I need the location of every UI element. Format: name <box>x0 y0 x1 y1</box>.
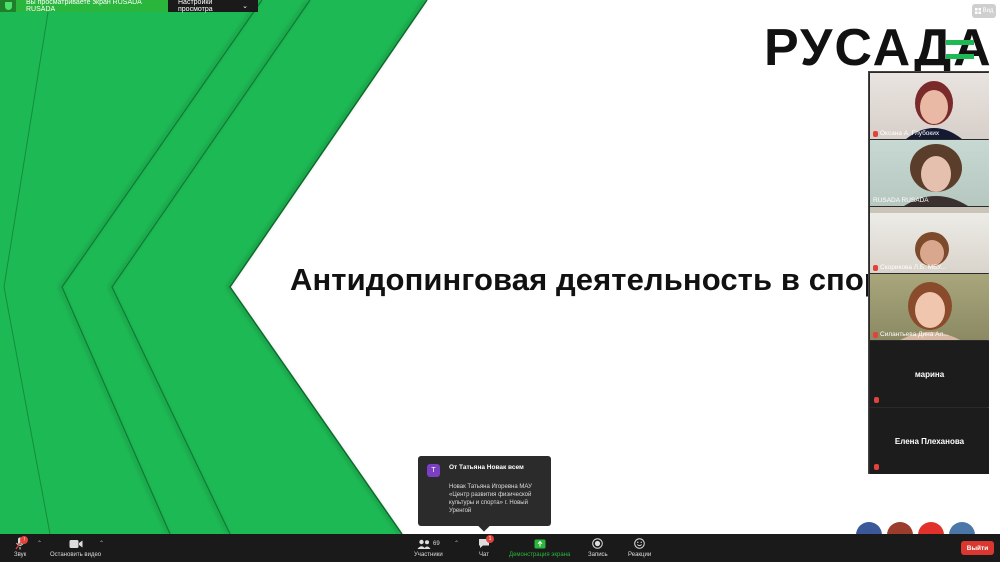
participant-name: RUSADA RUSADA <box>873 197 929 204</box>
video-camera-icon <box>69 539 83 548</box>
muted-mic-icon <box>874 397 879 403</box>
chat-button[interactable]: 1 Чат <box>478 535 494 558</box>
shield-icon <box>0 0 16 12</box>
participant-name: марина <box>914 370 945 379</box>
sender-avatar: Т <box>427 464 440 477</box>
rusada-logo: РУСАДА <box>764 22 993 74</box>
participant-tile[interactable]: марина <box>870 341 989 407</box>
meeting-toolbar: ! Звук ⌃ Остановить видео ⌃ 69 Участники… <box>0 534 1000 562</box>
participants-video-panel: Оксана А. Глубоких RUSADA RUSADA Скорико… <box>868 71 989 474</box>
chevron-down-icon: ⌄ <box>242 3 248 10</box>
participants-count: 69 <box>432 540 440 547</box>
grid-icon <box>974 8 981 14</box>
screen-share-banner: Вы просматриваете экран RUSADA RUSADA На… <box>0 0 258 13</box>
share-screen-icon <box>534 539 546 548</box>
stop-video-button[interactable]: Остановить видео <box>50 537 101 558</box>
video-options-chevron-icon[interactable]: ⌃ <box>99 540 104 547</box>
participants-icon <box>417 539 431 549</box>
participant-tile[interactable]: Скорикова Л.Б. МБУ... <box>870 207 989 273</box>
participant-tile[interactable]: Оксана А. Глубоких <box>870 73 989 139</box>
chat-message: Новак Татьяна Игоревна МАУ «Центр развит… <box>449 484 532 514</box>
shared-slide: РУСАДА Антидопинговая деятельность в спо… <box>0 0 1000 534</box>
share-screen-button[interactable]: Демонстрация экрана <box>509 537 570 558</box>
record-button[interactable]: Запись <box>588 537 608 558</box>
participants-label: Участники <box>414 552 443 558</box>
participant-tile[interactable]: Елена Плеханова <box>870 408 989 474</box>
logo-green-bar <box>946 40 974 45</box>
audio-options-chevron-icon[interactable]: ⌃ <box>37 540 42 547</box>
audio-label: Звук <box>14 552 27 558</box>
participant-tile[interactable]: RUSADA RUSADA <box>870 140 989 206</box>
participants-button[interactable]: 69 Участники <box>414 537 443 558</box>
share-banner-message: Вы просматриваете экран RUSADA RUSADA <box>16 0 168 13</box>
chat-notification[interactable]: Т От Татьяна Новак всем Новак Татьяна Иг… <box>418 456 551 532</box>
audio-badge: ! <box>20 536 29 544</box>
share-screen-label: Демонстрация экрана <box>509 552 571 558</box>
view-options-button[interactable]: Настройки просмотра ⌄ <box>168 0 258 13</box>
muted-mic-icon <box>874 464 879 470</box>
chat-badge: 1 <box>486 535 494 543</box>
video-label: Остановить видео <box>50 552 102 558</box>
view-button[interactable]: Вид <box>972 4 996 18</box>
logo-text: РУСАДА <box>764 19 993 77</box>
chat-label: Чат <box>479 552 489 558</box>
participant-tile[interactable]: Силантьева Дина Ал... <box>870 274 989 340</box>
muted-mic-icon <box>873 331 878 338</box>
muted-mic-icon <box>873 130 878 137</box>
participants-options-chevron-icon[interactable]: ⌃ <box>454 540 459 547</box>
view-options-label: Настройки просмотра <box>178 0 213 13</box>
record-label: Запись <box>588 552 608 558</box>
smiley-icon <box>634 538 645 549</box>
chat-sender: От Татьяна Новак всем <box>449 464 524 471</box>
reactions-label: Реакции <box>628 552 652 558</box>
reactions-button[interactable]: Реакции <box>628 537 651 558</box>
participant-name: Елена Плеханова <box>894 437 965 446</box>
participant-name: Силантьева Дина Ал... <box>880 331 949 338</box>
participant-name: Скорикова Л.Б. МБУ... <box>880 264 946 271</box>
logo-green-bar <box>946 54 974 59</box>
view-button-label: Вид <box>982 8 994 14</box>
audio-button[interactable]: ! Звук <box>14 536 29 558</box>
zoom-window: РУСАДА Антидопинговая деятельность в спо… <box>0 0 1000 562</box>
muted-mic-icon <box>873 264 878 271</box>
record-icon <box>592 538 604 549</box>
leave-meeting-button[interactable]: Выйти <box>961 541 994 555</box>
slide-title: Антидопинговая деятельность в спор <box>290 262 883 297</box>
participant-name: Оксана А. Глубоких <box>880 130 940 137</box>
